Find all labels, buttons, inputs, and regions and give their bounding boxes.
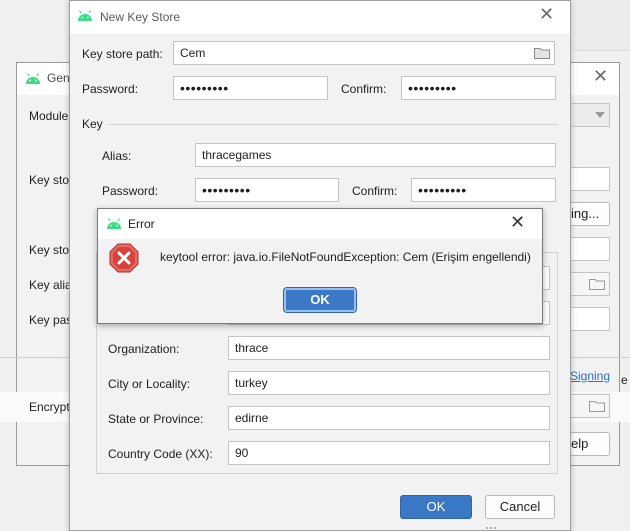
error-dialog-title: Error xyxy=(128,217,155,231)
key-confirm-field[interactable]: ••••••••• xyxy=(411,178,556,202)
key-password-field-bg[interactable] xyxy=(570,307,610,331)
signing-link[interactable]: Signing xyxy=(570,369,610,383)
new-key-store-close-icon[interactable]: ✕ xyxy=(539,6,554,24)
chevron-down-icon xyxy=(595,112,605,118)
key-store-path-field[interactable]: Cem xyxy=(173,41,555,65)
error-close-icon[interactable]: ✕ xyxy=(510,214,525,232)
resize-grip-icon[interactable] xyxy=(484,520,498,530)
key-section-label: Key xyxy=(82,117,103,131)
key-store-path-field-bg[interactable] xyxy=(570,167,610,191)
key-alias-label-bg: Key alia xyxy=(29,278,72,292)
country-label: Country Code (XX): xyxy=(108,447,213,461)
module-dropdown[interactable] xyxy=(570,103,610,127)
generate-dialog-title: Gen xyxy=(47,71,70,85)
state-label: State or Province: xyxy=(108,412,204,426)
key-store-password-label-bg: Key stor xyxy=(29,243,74,257)
key-confirm-label: Confirm: xyxy=(352,184,398,198)
encrypt-path-field[interactable] xyxy=(570,394,610,418)
key-password-label-bg: Key pas xyxy=(29,313,73,327)
key-store-path-label: Key store path: xyxy=(82,47,163,61)
cancel-button[interactable]: Cancel xyxy=(485,495,555,519)
organization-label: Organization: xyxy=(108,342,180,356)
error-titlebar xyxy=(98,209,542,239)
ok-button[interactable]: OK xyxy=(400,495,472,519)
error-icon xyxy=(109,243,139,273)
city-label: City or Locality: xyxy=(108,377,191,391)
generate-dialog-close-icon[interactable]: ✕ xyxy=(593,68,608,86)
side-text: e xyxy=(621,373,628,387)
key-store-password-field-bg[interactable] xyxy=(570,237,610,261)
password-field[interactable]: ••••••••• xyxy=(173,76,328,100)
folder-icon xyxy=(589,279,605,290)
new-key-store-title: New Key Store xyxy=(100,10,181,24)
city-field[interactable]: turkey xyxy=(228,371,550,395)
error-message: keytool error: java.io.FileNotFoundExcep… xyxy=(160,250,531,264)
android-icon xyxy=(26,73,40,84)
encrypt-label: Encrypt xyxy=(29,400,70,414)
android-icon xyxy=(78,10,92,21)
folder-icon[interactable] xyxy=(534,47,550,59)
alias-field[interactable]: thracegames xyxy=(195,143,556,167)
key-alias-field-bg[interactable] xyxy=(570,272,610,296)
country-field[interactable]: 90 xyxy=(228,441,550,465)
folder-icon xyxy=(589,401,605,412)
background-top-panel xyxy=(573,0,630,51)
organization-field[interactable]: thrace xyxy=(228,336,550,360)
module-label: Module xyxy=(29,109,69,123)
confirm-field[interactable]: ••••••••• xyxy=(401,76,556,100)
error-ok-button[interactable]: OK xyxy=(283,287,357,313)
key-section-divider xyxy=(108,124,558,125)
password-label: Password: xyxy=(82,82,139,96)
confirm-label: Confirm: xyxy=(341,82,387,96)
state-field[interactable]: edirne xyxy=(228,406,550,430)
key-store-path-label-bg: Key stor xyxy=(29,173,74,187)
alias-label: Alias: xyxy=(102,149,132,163)
key-password-field[interactable]: ••••••••• xyxy=(195,178,339,202)
separator-line-right xyxy=(570,357,630,358)
separator-line xyxy=(0,357,70,358)
key-password-label: Password: xyxy=(102,184,159,198)
android-icon xyxy=(107,218,121,229)
